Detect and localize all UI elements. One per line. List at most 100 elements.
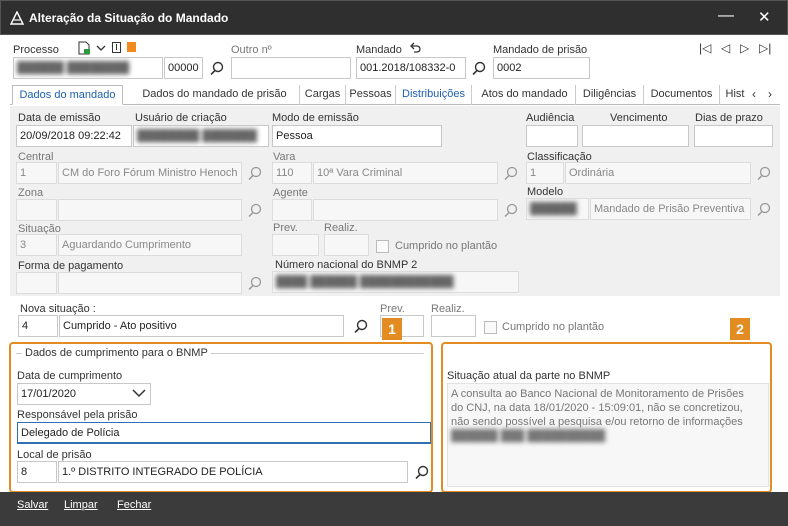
nova-situacao-label: Nova situação : <box>20 303 96 315</box>
nova-situacao-name-input[interactable]: Cumprido - Ato positivo <box>59 315 344 337</box>
modelo-name-field: Mandado de Prisão Preventiva <box>590 198 751 220</box>
chevron-down-icon[interactable] <box>132 388 146 398</box>
tab-bar: Dados do mandado Dados do mandado de pri… <box>10 85 780 105</box>
fechar-button[interactable]: Fechar <box>117 499 151 511</box>
modelo-label: Modelo <box>527 186 564 198</box>
local-prisao-code-input[interactable]: 8 <box>17 461 57 483</box>
realiz-label: Realiz. <box>324 222 358 234</box>
search-icon[interactable] <box>757 166 771 180</box>
nova-realiz-input[interactable] <box>431 315 476 337</box>
chevron-down-icon[interactable] <box>96 43 106 53</box>
processo-suffix-input[interactable]: 00000 <box>164 57 203 79</box>
modo-label: Modo de emissão <box>272 112 359 124</box>
situacao-atual-line-3: não sendo possível a pesquisa e/ou retor… <box>451 416 743 428</box>
situacao-atual-label: Situação atual da parte no BNMP <box>447 370 611 382</box>
bnmp-group-title: Dados de cumprimento para o BNMP <box>22 347 211 359</box>
tab-documentos[interactable]: Documentos <box>644 85 720 105</box>
prev-label: Prev. <box>273 222 298 234</box>
undo-icon[interactable] <box>409 41 421 53</box>
situacao-name-field: Aguardando Cumprimento <box>58 234 242 256</box>
tab-atos-mandado[interactable]: Atos do mandado <box>474 85 576 105</box>
search-icon[interactable] <box>248 203 262 217</box>
tab-distribuicoes[interactable]: Distribuições <box>396 85 472 105</box>
modo-field: Pessoa <box>272 125 442 147</box>
nova-prev-label: Prev. <box>380 303 405 315</box>
search-icon[interactable] <box>504 166 518 180</box>
tab-historico[interactable]: Hist <box>720 85 750 105</box>
vara-code-field: 110 <box>272 162 312 184</box>
local-prisao-label: Local de prisão <box>17 449 92 461</box>
callout-badge-1: 1 <box>382 318 402 340</box>
modelo-code-field: ██████ <box>526 198 589 220</box>
audiencia-field[interactable] <box>526 125 578 147</box>
search-icon[interactable] <box>757 202 771 216</box>
close-button[interactable]: ✕ <box>758 10 771 26</box>
tab-dados-mandado-prisao[interactable]: Dados do mandado de prisão <box>130 85 300 105</box>
processo-label: Processo <box>13 44 59 56</box>
outro-input[interactable] <box>231 57 351 79</box>
vencimento-label: Vencimento <box>610 112 668 124</box>
first-record-button[interactable]: |◁ <box>699 41 711 55</box>
salvar-button[interactable]: Salvar <box>17 499 48 511</box>
search-icon[interactable] <box>504 203 518 217</box>
situacao-code-field: 3 <box>16 234 57 256</box>
last-record-button[interactable]: ▷| <box>759 41 771 55</box>
nova-cumprido-plantao-checkbox[interactable] <box>484 321 497 334</box>
mandado-input[interactable]: 001.2018/108332-0 <box>356 57 466 79</box>
situacao-atual-line-4: ██████ ███ ██████████ <box>451 430 606 442</box>
agente-code-field <box>272 199 312 221</box>
forma-name-field <box>58 272 242 294</box>
data-emissao-label: Data de emissão <box>18 112 101 124</box>
audiencia-label: Audiência <box>526 112 575 124</box>
processo-input[interactable]: ██████ ████████ <box>13 57 163 79</box>
new-document-icon[interactable] <box>77 41 91 55</box>
tab-cargas[interactable]: Cargas <box>300 85 346 105</box>
tab-diligencias[interactable]: Diligências <box>576 85 644 105</box>
nova-cumprido-plantao-label: Cumprido no plantão <box>502 321 605 333</box>
mandado-prisao-input[interactable]: 0002 <box>493 57 590 79</box>
forma-code-field <box>16 272 57 294</box>
bnmp2-label: Número nacional do BNMP 2 <box>275 259 418 271</box>
search-icon[interactable] <box>472 61 486 75</box>
tab-pessoas[interactable]: Pessoas <box>346 85 396 105</box>
usuario-label: Usuário de criação <box>135 112 227 124</box>
forma-pagamento-label: Forma de pagamento <box>18 260 124 272</box>
central-name-field: CM do Foro Fórum Ministro Henoch <box>58 162 242 184</box>
cumprido-plantao-checkbox[interactable] <box>376 240 389 253</box>
tab-dados-mandado[interactable]: Dados do mandado <box>12 85 123 105</box>
cumprido-plantao-label: Cumprido no plantão <box>395 240 498 252</box>
nova-realiz-label: Realiz. <box>431 303 465 315</box>
tab-scroll-left-icon[interactable]: ‹ <box>752 87 756 101</box>
tab-scroll-right-icon[interactable]: › <box>768 87 772 101</box>
usuario-field: ████████ ███████ <box>133 125 269 147</box>
dias-label: Dias de prazo <box>695 112 763 124</box>
search-icon[interactable] <box>354 319 368 333</box>
situacao-atual-textarea: A consulta ao Banco Nacional de Monitora… <box>447 383 769 487</box>
search-icon[interactable] <box>210 61 224 75</box>
prev-record-button[interactable]: ◁ <box>721 41 730 55</box>
footer-bar: Salvar Limpar Fechar <box>0 492 788 526</box>
minimize-button[interactable]: — <box>718 8 734 24</box>
data-cumprimento-input[interactable]: 17/01/2020 <box>17 383 151 405</box>
nova-situacao-code-input[interactable]: 4 <box>18 315 58 337</box>
status-flag-icon <box>127 42 136 52</box>
title-bar: Alteração da Situação do Mandado — ✕ <box>0 0 788 35</box>
prev-field <box>272 234 319 256</box>
next-record-button[interactable]: ▷ <box>740 41 749 55</box>
limpar-button[interactable]: Limpar <box>64 499 98 511</box>
agente-label: Agente <box>273 187 308 199</box>
app-logo-icon <box>10 11 24 25</box>
central-code-field: 1 <box>16 162 57 184</box>
search-icon[interactable] <box>248 276 262 290</box>
situacao-atual-line-1: A consulta ao Banco Nacional de Monitora… <box>451 388 744 400</box>
local-prisao-name-input[interactable]: 1.º DISTRITO INTEGRADO DE POLÍCIA <box>58 461 408 483</box>
callout-badge-2: 2 <box>730 318 750 340</box>
bookmark-icon[interactable] <box>111 41 123 55</box>
data-cumprimento-label: Data de cumprimento <box>17 370 123 382</box>
zona-label: Zona <box>18 187 44 199</box>
search-icon[interactable] <box>415 465 429 479</box>
dias-field[interactable] <box>694 125 773 147</box>
vencimento-field[interactable] <box>582 125 689 147</box>
responsavel-input[interactable]: Delegado de Polícia <box>17 422 431 444</box>
search-icon[interactable] <box>248 166 262 180</box>
